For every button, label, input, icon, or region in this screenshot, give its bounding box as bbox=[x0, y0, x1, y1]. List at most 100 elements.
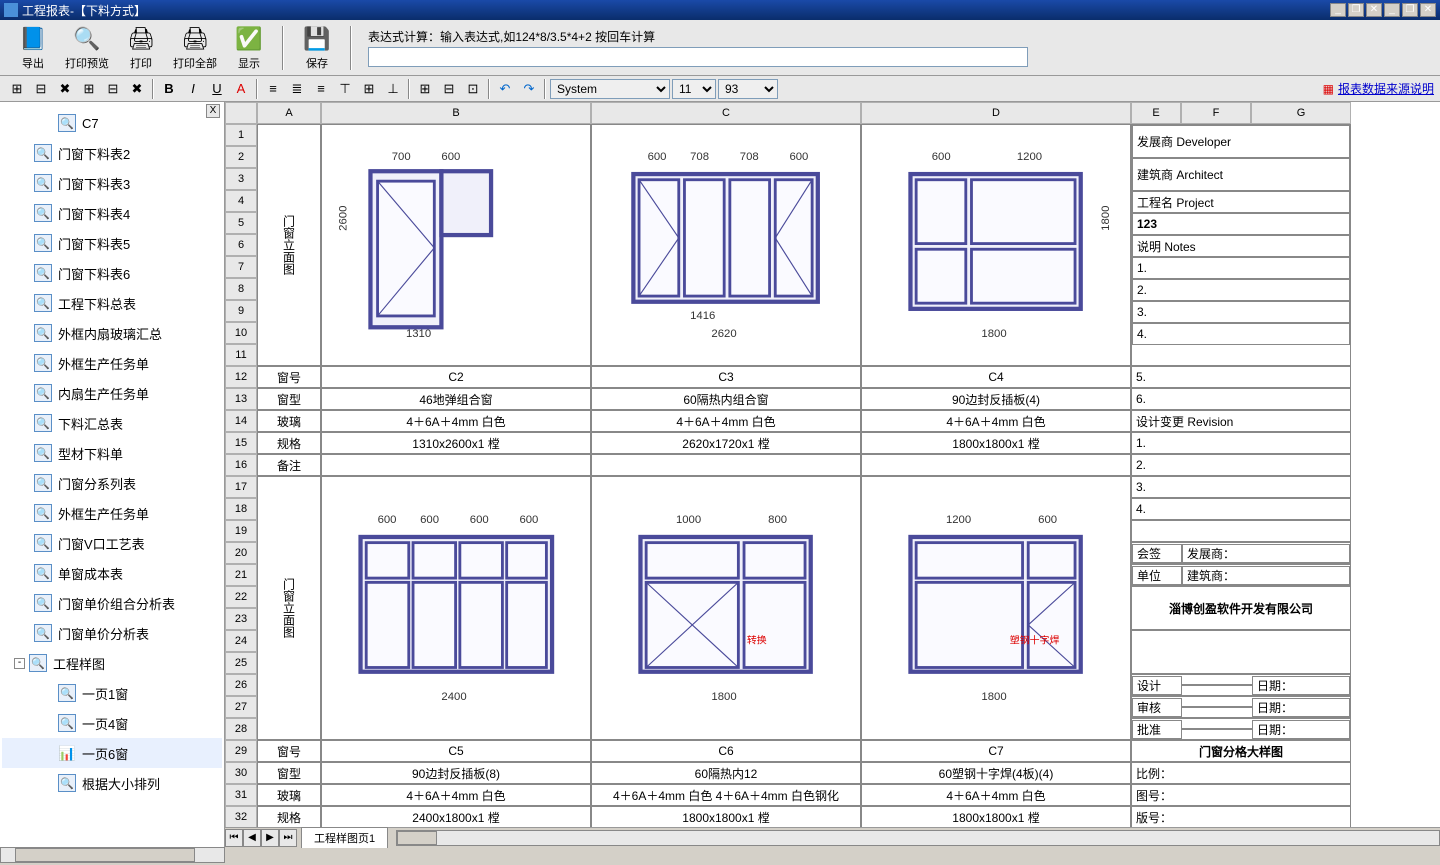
align-right-button[interactable]: ≡ bbox=[310, 78, 332, 100]
col-header-D[interactable]: D bbox=[861, 102, 1131, 124]
col-header-B[interactable]: B bbox=[321, 102, 591, 124]
row-header-29[interactable]: 29 bbox=[225, 740, 257, 762]
display-button[interactable]: ✅显示 bbox=[224, 23, 274, 73]
align-bottom-button[interactable]: ⊥ bbox=[382, 78, 404, 100]
row-header-27[interactable]: 27 bbox=[225, 696, 257, 718]
fontcolor-button[interactable]: A bbox=[230, 78, 252, 100]
tree-item-4[interactable]: 🔍门窗下料表5 bbox=[2, 228, 222, 258]
tree-close-button[interactable]: X bbox=[206, 104, 220, 118]
row-header-21[interactable]: 21 bbox=[225, 564, 257, 586]
row-header-15[interactable]: 15 bbox=[225, 432, 257, 454]
tree-item-9[interactable]: 🔍内扇生产任务单 bbox=[2, 378, 222, 408]
row-below-button[interactable]: ⊟ bbox=[30, 78, 52, 100]
row-header-17[interactable]: 17 bbox=[225, 476, 257, 498]
expression-input[interactable] bbox=[368, 47, 1028, 67]
row-header-16[interactable]: 16 bbox=[225, 454, 257, 476]
fontsize-select[interactable]: 11 bbox=[672, 79, 716, 99]
align-center-button[interactable]: ≣ bbox=[286, 78, 308, 100]
row-header-20[interactable]: 20 bbox=[225, 542, 257, 564]
row-header-7[interactable]: 7 bbox=[225, 256, 257, 278]
col-header-F[interactable]: F bbox=[1181, 102, 1251, 124]
tree-item-15[interactable]: 🔍单窗成本表 bbox=[2, 558, 222, 588]
row-header-9[interactable]: 9 bbox=[225, 300, 257, 322]
col-header-G[interactable]: G bbox=[1251, 102, 1351, 124]
col-right-button[interactable]: ⊟ bbox=[102, 78, 124, 100]
underline-button[interactable]: U bbox=[206, 78, 228, 100]
col-header-E[interactable]: E bbox=[1131, 102, 1181, 124]
zoom-select[interactable]: 93 bbox=[718, 79, 778, 99]
tree-item-12[interactable]: 🔍门窗分系列表 bbox=[2, 468, 222, 498]
row-header-8[interactable]: 8 bbox=[225, 278, 257, 300]
tree-item-11[interactable]: 🔍型材下料单 bbox=[2, 438, 222, 468]
row-header-10[interactable]: 10 bbox=[225, 322, 257, 344]
row-header-11[interactable]: 11 bbox=[225, 344, 257, 366]
align-middle-button[interactable]: ⊞ bbox=[358, 78, 380, 100]
tab-first-button[interactable]: ⏮ bbox=[225, 829, 243, 847]
delete-col-button[interactable]: ✖ bbox=[126, 78, 148, 100]
row-header-26[interactable]: 26 bbox=[225, 674, 257, 696]
row-header-22[interactable]: 22 bbox=[225, 586, 257, 608]
tree-item-10[interactable]: 🔍下料汇总表 bbox=[2, 408, 222, 438]
preview-button[interactable]: 🔍打印预览 bbox=[62, 23, 112, 73]
row-header-5[interactable]: 5 bbox=[225, 212, 257, 234]
row-header-2[interactable]: 2 bbox=[225, 146, 257, 168]
col-header-A[interactable]: A bbox=[257, 102, 321, 124]
tree-item-7[interactable]: 🔍外框内扇玻璃汇总 bbox=[2, 318, 222, 348]
tree-item-2[interactable]: 🔍门窗下料表3 bbox=[2, 168, 222, 198]
tree-item-5[interactable]: 🔍门窗下料表6 bbox=[2, 258, 222, 288]
row-above-button[interactable]: ⊞ bbox=[6, 78, 28, 100]
row-header-12[interactable]: 12 bbox=[225, 366, 257, 388]
col-left-button[interactable]: ⊞ bbox=[78, 78, 100, 100]
tree-item-20[interactable]: 🔍一页4窗 bbox=[2, 708, 222, 738]
minimize-button[interactable]: _ bbox=[1330, 3, 1346, 17]
tree-item-6[interactable]: 🔍工程下料总表 bbox=[2, 288, 222, 318]
align-top-button[interactable]: ⊤ bbox=[334, 78, 356, 100]
sheet-scroll[interactable]: ABCDEFG1门窗立面图700600260013106007087086002… bbox=[225, 102, 1440, 827]
row-header-18[interactable]: 18 bbox=[225, 498, 257, 520]
col-header-C[interactable]: C bbox=[591, 102, 861, 124]
horizontal-scrollbar[interactable] bbox=[396, 830, 1440, 846]
redo-button[interactable]: ↷ bbox=[518, 78, 540, 100]
tree-item-21[interactable]: 📊一页6窗 bbox=[2, 738, 222, 768]
split-button[interactable]: ⊡ bbox=[462, 78, 484, 100]
tree-item-19[interactable]: 🔍一页1窗 bbox=[2, 678, 222, 708]
tree-item-3[interactable]: 🔍门窗下料表4 bbox=[2, 198, 222, 228]
close-button[interactable]: ✕ bbox=[1366, 3, 1382, 17]
tree-item-16[interactable]: 🔍门窗单价组合分析表 bbox=[2, 588, 222, 618]
child-close-button[interactable]: ✕ bbox=[1420, 3, 1436, 17]
align-left-button[interactable]: ≡ bbox=[262, 78, 284, 100]
child-minimize-button[interactable]: _ bbox=[1384, 3, 1400, 17]
tree-expand-icon[interactable]: - bbox=[14, 658, 25, 669]
row-header-19[interactable]: 19 bbox=[225, 520, 257, 542]
print-button[interactable]: 🖨打印 bbox=[116, 23, 166, 73]
merge-button[interactable]: ⊞ bbox=[414, 78, 436, 100]
font-select[interactable]: System bbox=[550, 79, 670, 99]
tab-prev-button[interactable]: ◀ bbox=[243, 829, 261, 847]
undo-button[interactable]: ↶ bbox=[494, 78, 516, 100]
tab-next-button[interactable]: ▶ bbox=[261, 829, 279, 847]
row-header-25[interactable]: 25 bbox=[225, 652, 257, 674]
row-header-24[interactable]: 24 bbox=[225, 630, 257, 652]
row-header-31[interactable]: 31 bbox=[225, 784, 257, 806]
italic-button[interactable]: I bbox=[182, 78, 204, 100]
row-header-28[interactable]: 28 bbox=[225, 718, 257, 740]
bold-button[interactable]: B bbox=[158, 78, 180, 100]
tab-last-button[interactable]: ⏭ bbox=[279, 829, 297, 847]
tree-item-13[interactable]: 🔍外框生产任务单 bbox=[2, 498, 222, 528]
export-button[interactable]: 📘导出 bbox=[8, 23, 58, 73]
child-restore-button[interactable]: ❐ bbox=[1402, 3, 1418, 17]
row-header-4[interactable]: 4 bbox=[225, 190, 257, 212]
report-source-link[interactable]: 报表数据来源说明 bbox=[1338, 80, 1434, 97]
tree-scrollbar[interactable] bbox=[0, 847, 225, 863]
corner-cell[interactable] bbox=[225, 102, 257, 124]
tree-item-0[interactable]: 🔍C7 bbox=[2, 108, 222, 138]
delete-row-button[interactable]: ✖ bbox=[54, 78, 76, 100]
row-header-3[interactable]: 3 bbox=[225, 168, 257, 190]
row-header-32[interactable]: 32 bbox=[225, 806, 257, 827]
tree-item-8[interactable]: 🔍外框生产任务单 bbox=[2, 348, 222, 378]
tree-item-14[interactable]: 🔍门窗V口工艺表 bbox=[2, 528, 222, 558]
row-header-13[interactable]: 13 bbox=[225, 388, 257, 410]
row-header-6[interactable]: 6 bbox=[225, 234, 257, 256]
row-header-30[interactable]: 30 bbox=[225, 762, 257, 784]
tree-item-1[interactable]: 🔍门窗下料表2 bbox=[2, 138, 222, 168]
